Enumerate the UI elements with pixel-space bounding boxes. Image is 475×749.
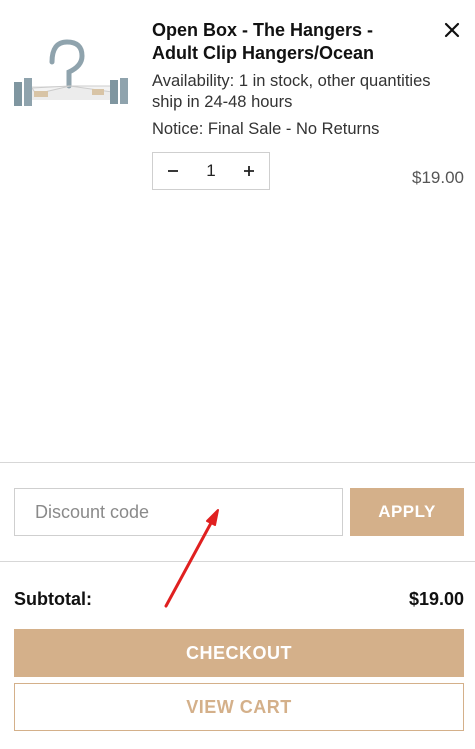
decrease-quantity-button[interactable] [153,153,193,189]
availability-text: Availability: 1 in stock, other quantiti… [152,72,431,111]
divider [0,462,475,463]
quantity-value[interactable]: 1 [196,161,226,181]
minus-icon [168,170,178,172]
product-title[interactable]: Open Box - The Hangers - Adult Clip Hang… [152,19,422,65]
divider [0,561,475,562]
cart-line-item: Open Box - The Hangers - Adult Clip Hang… [0,0,475,200]
discount-code-input[interactable] [14,488,343,536]
close-icon [444,22,460,38]
notice-text: Notice: Final Sale - No Returns [152,120,380,138]
plus-icon [244,166,254,176]
apply-discount-button[interactable]: APPLY [350,488,464,536]
view-cart-button[interactable]: VIEW CART [14,683,464,731]
item-price: $19.00 [412,168,464,187]
checkout-button[interactable]: CHECKOUT [14,629,464,677]
remove-item-button[interactable] [440,18,464,42]
quantity-stepper: 1 [152,152,270,190]
increase-quantity-button[interactable] [229,153,269,189]
product-thumbnail[interactable] [12,34,130,118]
subtotal-value: $19.00 [408,589,464,609]
subtotal-label: Subtotal: [14,589,92,609]
